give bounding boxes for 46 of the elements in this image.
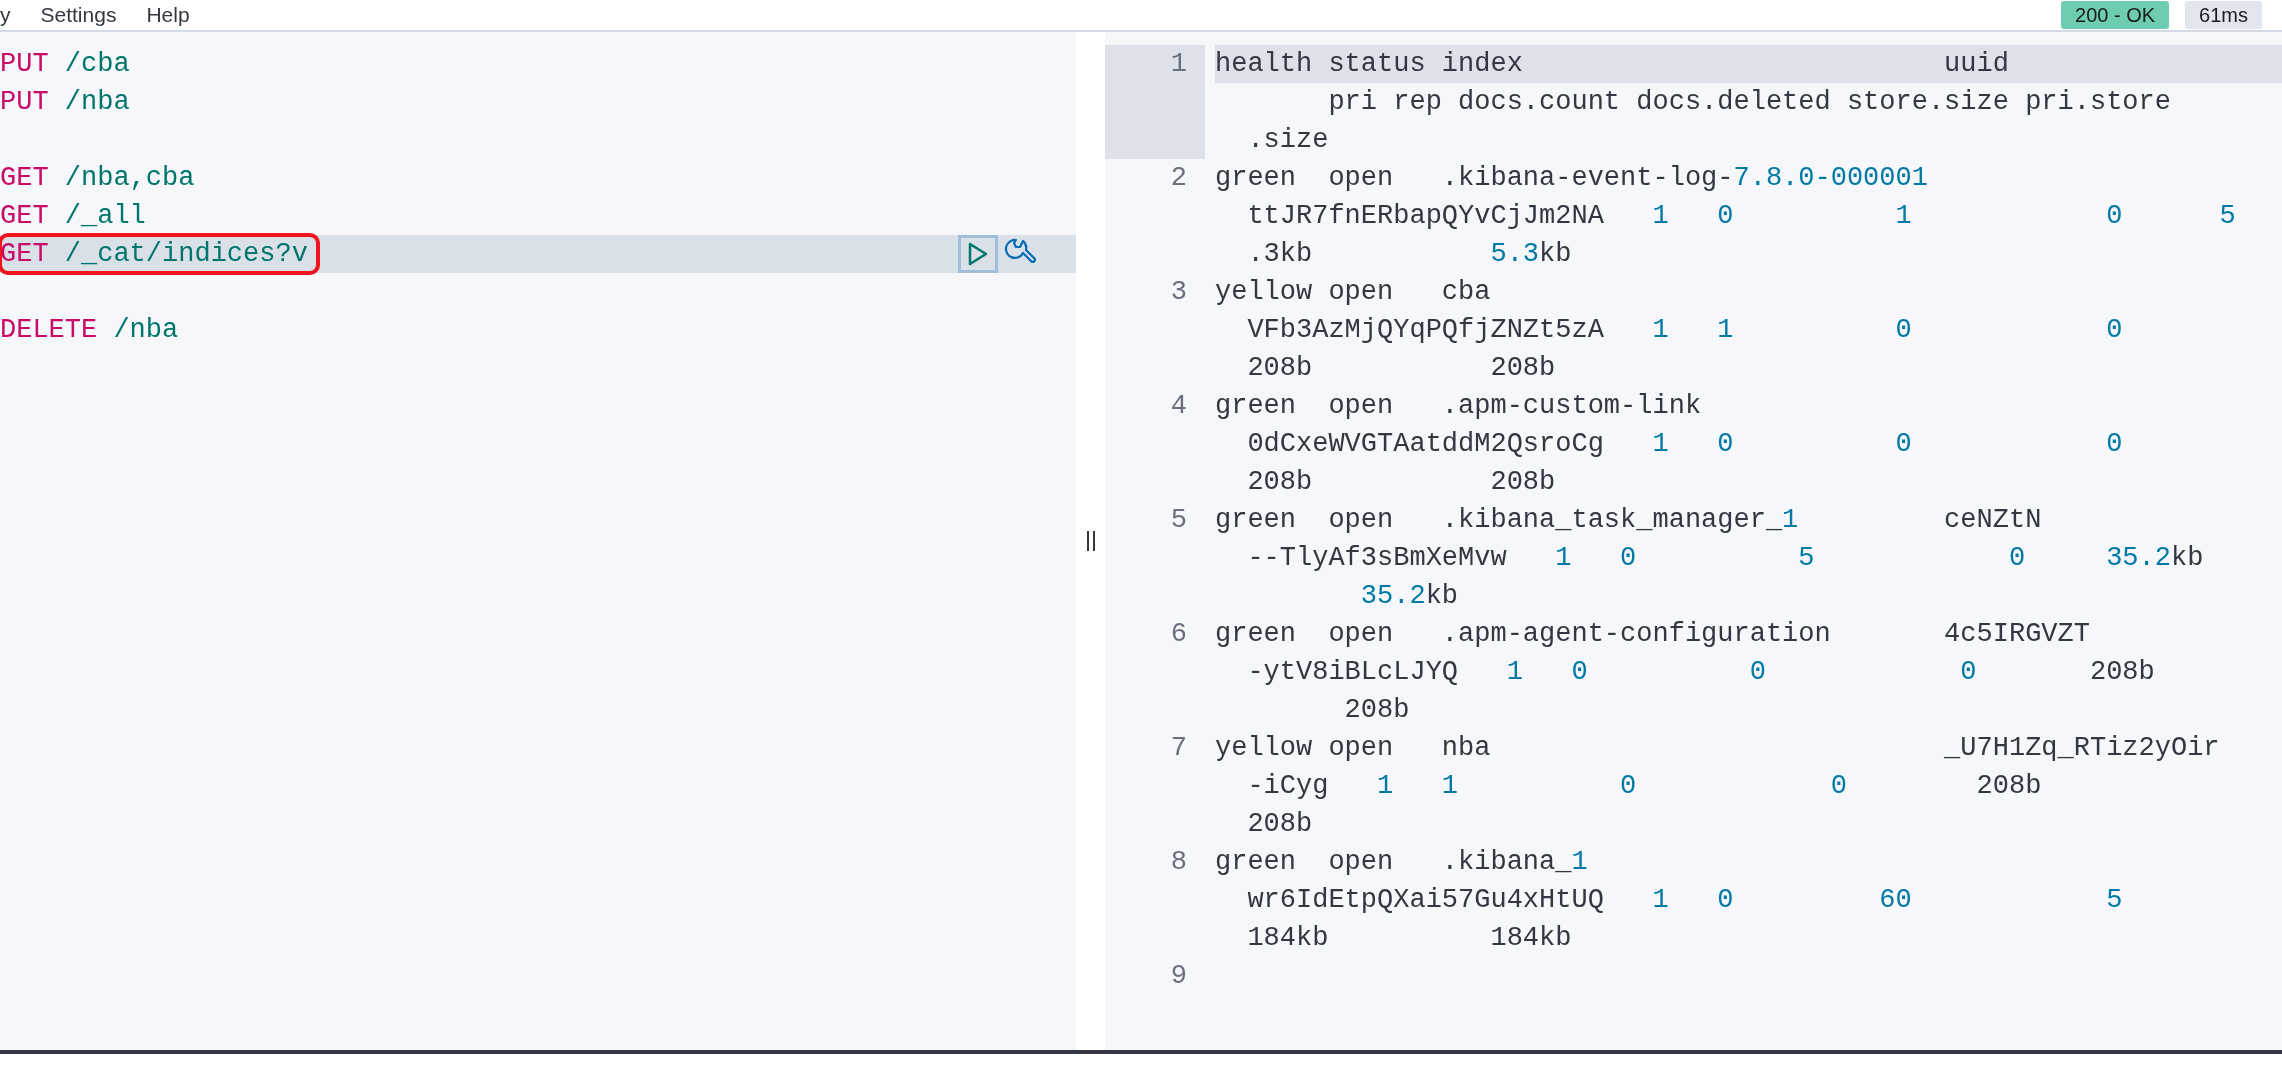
menu-item[interactable]: y — [0, 0, 11, 30]
menu-item[interactable]: Settings — [40, 0, 117, 30]
output-text: 208b 208b — [1246, 352, 1557, 385]
output-text: 208b — [1246, 808, 1314, 841]
output-text: green open .kibana_1 — [1215, 846, 1589, 879]
line-number: 5 — [1169, 504, 1188, 537]
output-text: yellow open nba _U7H1Zq_RTiz2yOir — [1215, 732, 2221, 765]
menu-item[interactable]: Help — [146, 0, 190, 30]
output-text: green open .apm-agent-configuration 4c5IRGVZT — [1215, 618, 2091, 651]
line-number: 4 — [1169, 390, 1188, 423]
output-text: .size — [1246, 124, 1330, 157]
output-text: -iCyg 1 1 0 0 208b — [1246, 770, 2043, 803]
line-number: 1 — [1105, 45, 1205, 159]
output-text: green open .apm-custom-link — [1215, 390, 1703, 423]
play-icon — [967, 242, 989, 266]
request-line[interactable]: GET /_all — [0, 197, 146, 235]
line-number: 7 — [1169, 732, 1188, 765]
output-text: 208b — [1343, 694, 1411, 727]
line-number: 3 — [1169, 276, 1188, 309]
time-badge: 61ms — [2185, 1, 2262, 29]
output-text: .3kb 5.3kb — [1246, 238, 1573, 271]
line-number: 6 — [1169, 618, 1188, 651]
output-text: 0dCxeWVGTAatddM2QsroCg 1 0 0 0 — [1246, 428, 2124, 461]
status-badge: 200 - OK — [2061, 1, 2170, 29]
line-number: 8 — [1169, 846, 1188, 879]
output-text: --TlyAf3sBmXeMvw 1 0 5 0 35.2kb — [1246, 542, 2205, 575]
output-text: green open .kibana_task_manager_1 ceNZtN — [1215, 504, 2043, 537]
output-text: -ytV8iBLcLJYQ 1 0 0 0 208b — [1246, 656, 2156, 689]
output-text: 35.2kb — [1359, 580, 1460, 613]
output-text: green open .kibana-event-log-7.8.0-000001 — [1215, 162, 1929, 195]
output-text: 208b 208b — [1246, 466, 1557, 499]
output-text: 184kb 184kb — [1246, 922, 1573, 955]
output-text: health status index uuid — [1215, 45, 2282, 83]
resize-handle-icon[interactable] — [1086, 531, 1095, 551]
request-line[interactable]: DELETE /nba — [0, 311, 179, 349]
output-text: pri rep docs.count docs.deleted store.size pri.store — [1327, 86, 2172, 119]
request-line[interactable]: PUT /nba — [0, 83, 130, 121]
line-number: 2 — [1169, 162, 1188, 195]
output-text: wr6IdEtpQXai57Gu4xHtUQ 1 0 60 5 — [1246, 884, 2124, 917]
line-number: 9 — [1169, 960, 1188, 993]
request-line[interactable]: PUT /cba — [0, 45, 130, 83]
output-text: VFb3AzMjQYqPQfjZNZt5zA 1 1 0 0 — [1246, 314, 2124, 347]
output-text: yellow open cba — [1215, 276, 1492, 309]
output-text: ttJR7fnERbapQYvCjJm2NA 1 0 1 0 5 — [1246, 200, 2237, 233]
request-line[interactable]: GET /nba,cba — [0, 159, 195, 197]
run-button[interactable] — [958, 235, 998, 273]
